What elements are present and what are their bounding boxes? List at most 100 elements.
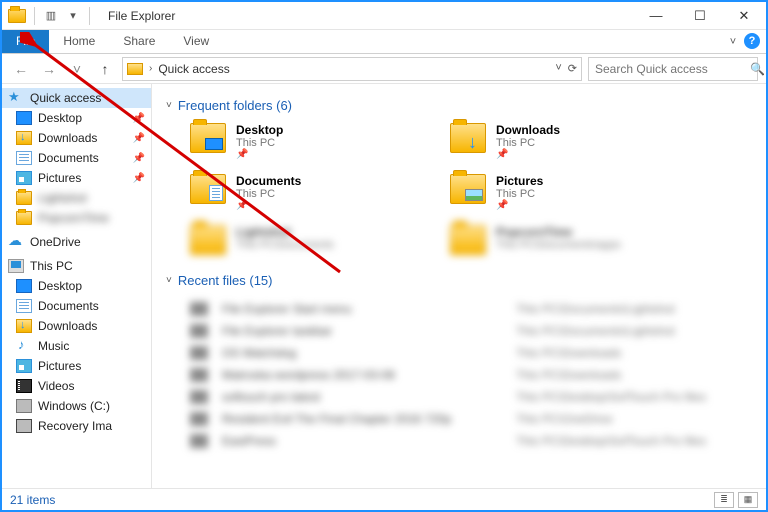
- sidebar-item-label: Videos: [38, 379, 74, 393]
- file-row[interactable]: OS Watchdog This PC\Downloads: [190, 342, 752, 364]
- address-dropdown-icon[interactable]: ˅: [555, 62, 561, 75]
- content-pane: ˅ Frequent folders (6) Desktop This PC 📌…: [152, 84, 766, 488]
- screen-overlay-icon: [205, 138, 223, 150]
- sidebar-this-pc[interactable]: This PC: [2, 256, 151, 276]
- file-name: EasiPress: [222, 434, 502, 448]
- sidebar-item-recovery-ima[interactable]: Recovery Ima: [2, 416, 151, 436]
- pic-icon: [16, 171, 32, 185]
- sidebar-item-label: Documents: [38, 299, 99, 313]
- sidebar-item-lightshot[interactable]: Lightshot: [2, 188, 151, 208]
- file-location: This PC\Documents\Lightshot: [516, 302, 675, 316]
- close-button[interactable]: ✕: [722, 2, 766, 30]
- recent-locations-button[interactable]: ˅: [66, 58, 88, 80]
- refresh-icon[interactable]: ⟳: [568, 62, 577, 75]
- file-row[interactable]: File Explorer Start menu This PC\Documen…: [190, 298, 752, 320]
- sidebar-item-label: Pictures: [38, 171, 81, 185]
- sidebar-item-pictures[interactable]: Pictures: [2, 356, 151, 376]
- file-row[interactable]: softouch pro latest This PC\Desktop\SofT…: [190, 386, 752, 408]
- folder-location: This PC: [236, 137, 283, 149]
- file-row[interactable]: Resident Evil The Final Chapter 2016 720…: [190, 408, 752, 430]
- help-icon[interactable]: ?: [744, 33, 760, 49]
- minimize-button[interactable]: —: [634, 2, 678, 30]
- sidebar-item-label: PopcornTime: [38, 211, 109, 225]
- dl-icon: [16, 131, 32, 145]
- disk-icon: [16, 399, 32, 413]
- sidebar-item-downloads[interactable]: Downloads: [2, 316, 151, 336]
- pin-icon: 📌: [133, 133, 145, 144]
- sidebar-quick-access[interactable]: Quick access: [2, 88, 151, 108]
- sidebar-item-label: Lightshot: [38, 191, 87, 205]
- up-button[interactable]: ↑: [94, 58, 116, 80]
- sidebar-item-pictures[interactable]: Pictures 📌: [2, 168, 151, 188]
- section-header-frequent[interactable]: ˅ Frequent folders (6): [166, 98, 752, 113]
- sidebar-item-desktop[interactable]: Desktop: [2, 276, 151, 296]
- sidebar-item-documents[interactable]: Documents 📌: [2, 148, 151, 168]
- frequent-folders-grid: Desktop This PC 📌 Downloads This PC 📌 Do…: [166, 123, 752, 255]
- sidebar-item-desktop[interactable]: Desktop 📌: [2, 108, 151, 128]
- window-title: File Explorer: [98, 9, 634, 23]
- view-large-icons-button[interactable]: ▦: [738, 492, 758, 508]
- back-button[interactable]: ←: [10, 58, 32, 80]
- address-bar[interactable]: › Quick access ˅ ⟳: [122, 57, 582, 81]
- sidebar-label: Quick access: [30, 91, 101, 105]
- sidebar-item-music[interactable]: Music: [2, 336, 151, 356]
- file-row[interactable]: File Explorer taskbar This PC\Documents\…: [190, 320, 752, 342]
- pc-icon: [8, 259, 24, 273]
- tab-share[interactable]: Share: [109, 30, 169, 53]
- file-row[interactable]: Matroska wordpress 2017-03-08 This PC\Do…: [190, 364, 752, 386]
- folder-icon: [190, 174, 226, 204]
- arrow-overlay-icon: [468, 136, 482, 150]
- search-icon: 🔍: [750, 62, 765, 76]
- qat-properties-icon[interactable]: ▥: [43, 8, 59, 24]
- folder-location: This PC\Documents: [236, 239, 334, 251]
- folder-item[interactable]: Downloads This PC 📌: [450, 123, 670, 160]
- file-icon: [190, 346, 208, 360]
- star-icon: [8, 91, 24, 105]
- video-icon: [16, 379, 32, 393]
- location-icon: [127, 63, 143, 75]
- tab-file[interactable]: File: [2, 30, 49, 53]
- ribbon-tabs: File Home Share View ˅ ?: [2, 30, 766, 54]
- tab-view[interactable]: View: [169, 30, 223, 53]
- folder-meta: Downloads This PC 📌: [496, 123, 560, 160]
- folder-name: Desktop: [236, 123, 283, 137]
- folder-item[interactable]: PopcornTime This PC\Documents\apps: [450, 225, 670, 255]
- folder-name: PopcornTime: [496, 225, 621, 239]
- view-details-button[interactable]: ≣: [714, 492, 734, 508]
- section-title: Frequent folders (6): [178, 98, 292, 113]
- disk2-icon: [16, 419, 32, 433]
- file-explorer-icon: [8, 9, 26, 23]
- sidebar-item-popcorntime[interactable]: PopcornTime: [2, 208, 151, 228]
- folder-name: Lightshot: [236, 225, 334, 239]
- qat-dropdown-icon[interactable]: ▾: [65, 8, 81, 24]
- folder-item[interactable]: Lightshot This PC\Documents: [190, 225, 410, 255]
- doc-icon: [16, 299, 32, 313]
- sidebar-item-downloads[interactable]: Downloads 📌: [2, 128, 151, 148]
- section-header-recent[interactable]: ˅ Recent files (15): [166, 273, 752, 288]
- forward-button[interactable]: →: [38, 58, 60, 80]
- ribbon-collapse-icon[interactable]: ˅: [722, 30, 744, 53]
- maximize-button[interactable]: ☐: [678, 2, 722, 30]
- search-box[interactable]: 🔍: [588, 57, 758, 81]
- pin-icon: 📌: [496, 200, 543, 211]
- tab-home[interactable]: Home: [49, 30, 109, 53]
- folder-item[interactable]: Desktop This PC 📌: [190, 123, 410, 160]
- sidebar-item-videos[interactable]: Videos: [2, 376, 151, 396]
- folder-location: This PC\Documents\apps: [496, 239, 621, 251]
- folder-item[interactable]: Pictures This PC 📌: [450, 174, 670, 211]
- search-input[interactable]: [595, 62, 750, 76]
- file-location: This PC\OneDrive: [516, 412, 613, 426]
- sidebar-onedrive[interactable]: OneDrive: [2, 232, 151, 252]
- file-row[interactable]: EasiPress This PC\Desktop\SofTouch Pro f…: [190, 430, 752, 452]
- sidebar-item-documents[interactable]: Documents: [2, 296, 151, 316]
- file-location: This PC\Downloads: [516, 368, 621, 382]
- cloud-icon: [8, 235, 24, 249]
- sidebar-item-label: Desktop: [38, 279, 82, 293]
- folder-item[interactable]: Documents This PC 📌: [190, 174, 410, 211]
- folder-meta: Lightshot This PC\Documents: [236, 225, 334, 251]
- file-icon: [190, 412, 208, 426]
- sidebar-item-windows-c-[interactable]: Windows (C:): [2, 396, 151, 416]
- folder-location: This PC: [496, 188, 543, 200]
- folder-name: Documents: [236, 174, 301, 188]
- pic-icon: [16, 359, 32, 373]
